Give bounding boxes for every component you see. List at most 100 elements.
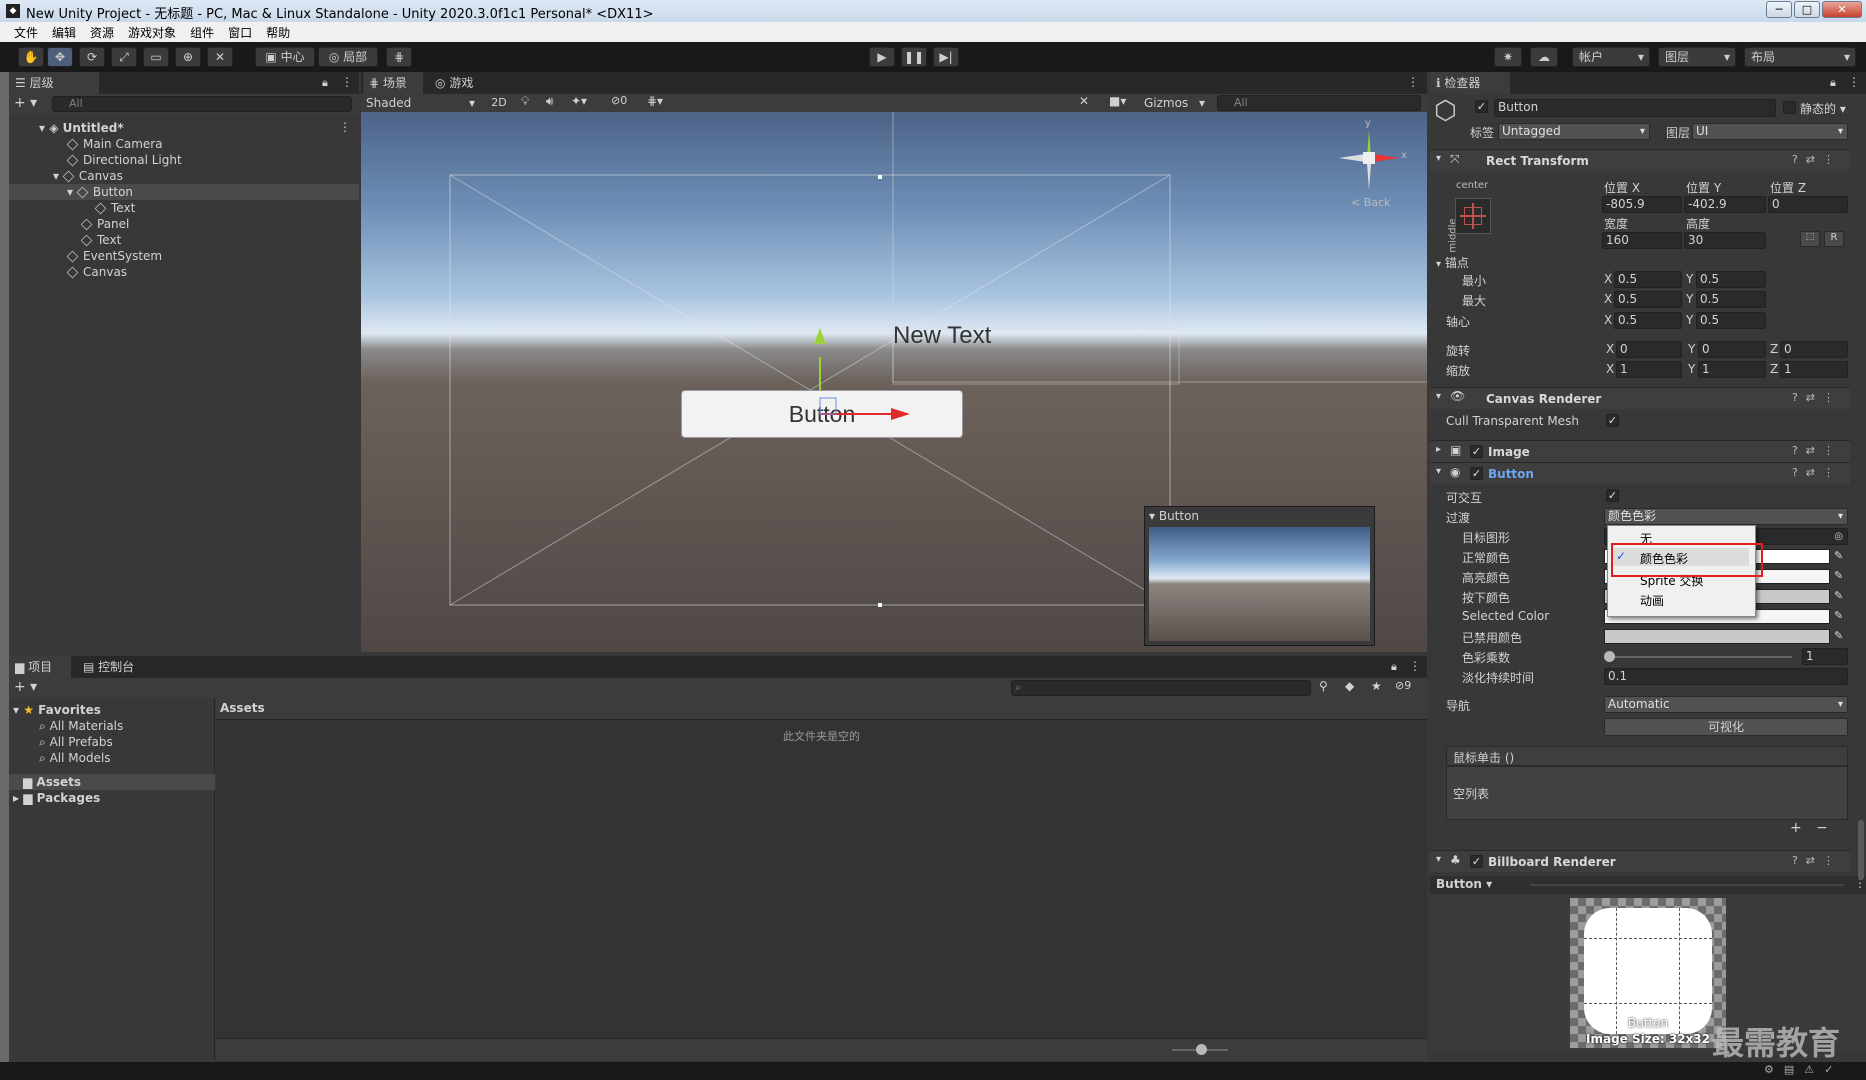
hierarchy-search-input[interactable]: All [52,96,352,112]
scene-more-menu-icon[interactable]: ⋮ [1407,75,1419,89]
lock-icon[interactable]: 🔒︎ [322,76,328,90]
pos-x-field[interactable]: -805.9 [1602,196,1682,213]
2d-mode-toggle[interactable]: 2D [487,95,511,111]
grid-snap-icon[interactable]: ⋕ [386,47,412,67]
assets-folder[interactable]: ▆ Assets [23,774,81,790]
scene-button[interactable]: Button [681,390,963,438]
blueprint-mode-button[interactable]: ⬚ [1800,231,1820,247]
button-enabled-checkbox[interactable]: ✓ [1470,467,1483,480]
transition-option-animation[interactable]: 动画 [1640,592,1664,609]
hidden-objects-toggle[interactable]: ⊘0 [611,94,627,107]
component-header-icons[interactable]: ?⇄⋮ [1792,466,1842,479]
lock-icon[interactable]: 🔒︎ [1391,660,1397,674]
menu-assets[interactable]: 资源 [90,24,114,41]
menu-component[interactable]: 组件 [190,24,214,41]
image-header[interactable]: ▸ ▣ ✓ Image ?⇄⋮ [1430,440,1850,462]
menu-window[interactable]: 窗口 [228,24,252,41]
hierarchy-item-eventsystem[interactable]: EventSystem [66,248,162,264]
scene-more-icon[interactable]: ⋮ [339,120,351,134]
audio-toggle-icon[interactable]: 🔊︎ [546,94,554,109]
close-button[interactable]: ✕ [1822,1,1862,18]
lighting-toggle-icon[interactable]: 💡︎ [521,94,529,109]
image-enabled-checkbox[interactable]: ✓ [1470,445,1483,458]
eyedropper-icon[interactable]: ✎ [1834,589,1843,602]
scale-y-field[interactable]: 1 [1698,361,1766,378]
pos-z-field[interactable]: 0 [1768,196,1848,213]
hierarchy-item-canvas-2[interactable]: Canvas [66,264,127,280]
move-tool-icon[interactable]: ✥ [47,47,73,67]
tab-console[interactable]: ▤ 控制台 [77,656,157,678]
button-component-header[interactable]: ▾ ◉ ✓ Button ?⇄⋮ [1430,462,1850,484]
rotate-tool-icon[interactable]: ⟳ [79,47,105,67]
tools-icon[interactable]: ✕ [1079,94,1089,108]
favorite-star-icon[interactable]: ★ [1371,679,1382,693]
favorites-folder[interactable]: ▾ ★ Favorites [13,702,101,718]
minimize-button[interactable]: ─ [1766,1,1792,18]
more-menu-icon[interactable]: ⋮ [341,75,353,89]
maximize-button[interactable]: □ [1794,1,1820,18]
inspector-scrollbar[interactable] [1858,820,1864,880]
custom-tool-icon[interactable]: ✕ [207,47,233,67]
disabled-color-swatch[interactable] [1604,629,1830,644]
camera-icon[interactable]: ■▾ [1109,94,1126,108]
pivot-y-field[interactable]: 0.5 [1696,312,1766,329]
object-picker-icon[interactable]: ◎ [1834,529,1843,544]
static-dropdown[interactable]: 静态的 ▾ [1800,100,1846,117]
hierarchy-item-panel[interactable]: Panel [80,216,129,232]
tag-dropdown[interactable]: Untagged [1498,123,1650,140]
packages-folder[interactable]: ▸ ▆ Packages [13,790,100,806]
color-multiplier-slider-handle[interactable] [1604,651,1615,662]
more-menu-icon[interactable]: ⋮ [1409,659,1421,673]
pos-y-field[interactable]: -402.9 [1684,196,1766,213]
pause-button[interactable]: ❚❚ [901,47,927,67]
layer-dropdown[interactable]: UI [1692,123,1848,140]
transform-tool-icon[interactable]: ⊕ [175,47,201,67]
hierarchy-item-main-camera[interactable]: Main Camera [66,136,163,152]
grid-toggle-icon[interactable]: ⋕▾ [647,94,663,108]
color-multiplier-field[interactable]: 1 [1802,648,1848,665]
hierarchy-item-button-text[interactable]: Text [94,200,135,216]
eyedropper-icon[interactable]: ✎ [1834,609,1843,622]
tab-inspector[interactable]: ℹ 检查器 [1430,72,1510,94]
filter-by-type-icon[interactable]: ⚲ [1319,679,1328,693]
eyedropper-icon[interactable]: ✎ [1834,549,1843,562]
scale-tool-icon[interactable]: ⤢ [111,47,137,67]
active-checkbox[interactable]: ✓ [1475,100,1488,113]
local-space-button[interactable]: ◎ 局部 [318,47,378,67]
rect-transform-header[interactable]: ▾ ⤧ Rect Transform ?⇄⋮ [1430,149,1850,171]
interactable-checkbox[interactable]: ✓ [1606,489,1619,502]
tab-project[interactable]: ▆ 项目 [9,656,71,678]
layers-dropdown[interactable]: 图层 ▾ [1658,47,1736,67]
transition-dropdown[interactable]: 颜色色彩 [1604,508,1848,525]
favorite-all-materials[interactable]: ⌕ All Materials [39,718,123,734]
hidden-packages-toggle[interactable]: ⊘9 [1395,679,1411,692]
icon-size-slider-handle[interactable] [1196,1044,1207,1055]
canvas-renderer-header[interactable]: ▾ 👁︎ Canvas Renderer ?⇄⋮ [1430,387,1850,409]
menu-gameobject[interactable]: 游戏对象 [128,24,176,41]
width-field[interactable]: 160 [1602,232,1682,249]
billboard-renderer-header[interactable]: ▾ ♣ ✓ Billboard Renderer ?⇄⋮ [1430,850,1850,872]
step-button[interactable]: ▶| [933,47,959,67]
scene-viewport[interactable]: New Text Button y x < Back ▾ Button [361,112,1427,652]
billboard-enabled-checkbox[interactable]: ✓ [1470,855,1483,868]
component-header-icons[interactable]: ?⇄⋮ [1792,854,1842,867]
preview-object-dropdown[interactable]: Button ▾ [1436,877,1492,891]
fade-duration-field[interactable]: 0.1 [1604,668,1848,685]
play-button[interactable]: ▶ [869,47,895,67]
add-event-button[interactable]: + [1790,820,1802,836]
visualize-button[interactable]: 可视化 [1604,718,1848,736]
scene-root[interactable]: ▾ ◈ Untitled* [39,120,124,136]
more-menu-icon[interactable]: ⋮ [1848,75,1860,89]
gizmos-dropdown[interactable]: Gizmos ▾ [1141,95,1207,111]
shading-mode-dropdown[interactable]: Shaded ▾ [363,95,479,111]
orientation-gizmo[interactable]: y x < Back [1329,118,1409,209]
hand-tool-icon[interactable]: ✋ [18,47,44,67]
scale-x-field[interactable]: 1 [1616,361,1682,378]
project-search-input[interactable]: ⌕ [1011,680,1311,696]
cull-transparent-checkbox[interactable]: ✓ [1606,414,1619,427]
rot-y-field[interactable]: 0 [1698,341,1766,358]
tab-game[interactable]: ◎ 游戏 [429,72,489,94]
tab-scene[interactable]: ⋕ 场景 [363,72,423,94]
hierarchy-item-canvas[interactable]: ▾ Canvas [53,168,123,184]
favorite-all-models[interactable]: ⌕ All Models [39,750,111,766]
